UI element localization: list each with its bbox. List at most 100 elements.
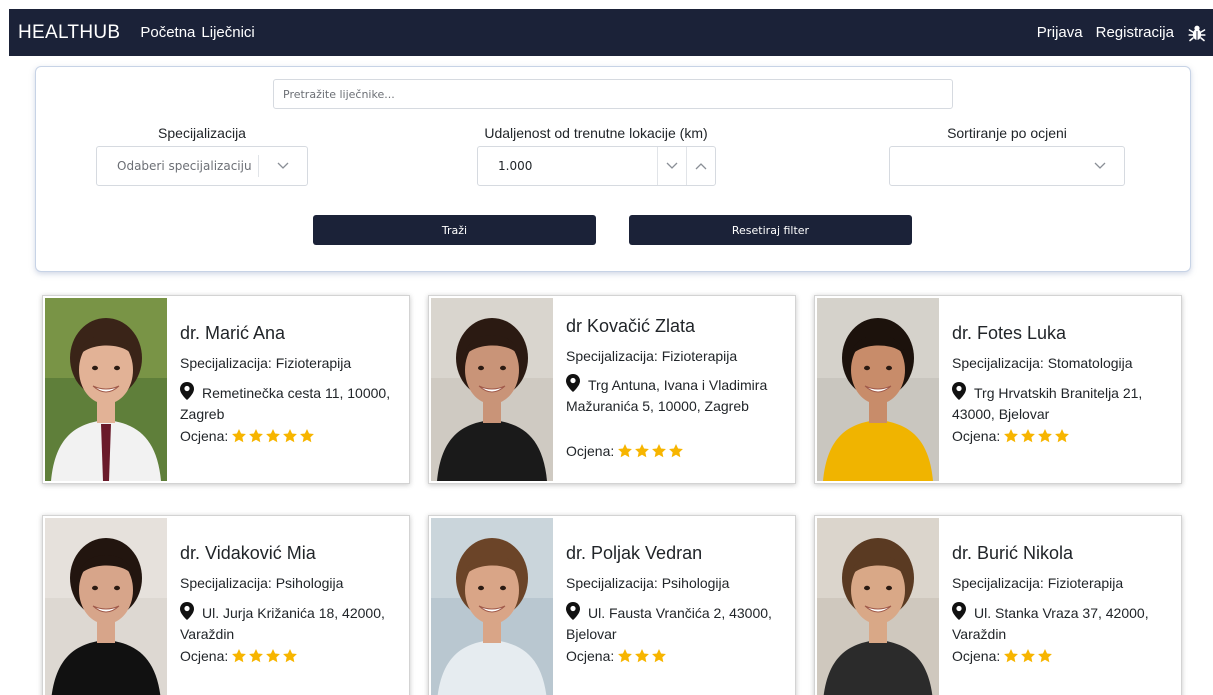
rating-label: Ocjena: [180, 428, 229, 444]
map-pin-icon [566, 374, 580, 392]
doctor-photo [817, 518, 939, 695]
doctor-name[interactable]: dr. Burić Nikola [952, 543, 1073, 564]
rating-stars [231, 428, 316, 450]
distance-label: Udaljenost od trenutne lokacije (km) [484, 125, 708, 141]
doctor-rating: Ocjena: [566, 646, 668, 670]
doctor-card[interactable]: dr. Poljak Vedran Specijalizacija: Psihol… [428, 515, 796, 695]
chevron-down-icon [1076, 162, 1124, 170]
rating-stars [617, 648, 668, 670]
doctor-name[interactable]: dr. Poljak Vedran [566, 543, 702, 564]
map-pin-icon [566, 602, 580, 620]
star-icon [1055, 429, 1070, 443]
star-icon [283, 649, 298, 663]
doctor-photo [45, 518, 167, 695]
doctor-specialization: Specijalizacija: Stomatologija [952, 355, 1133, 371]
doctor-specialization: Specijalizacija: Psihologija [180, 575, 344, 591]
star-icon [1038, 429, 1053, 443]
doctor-card[interactable]: dr. Burić Nikola Specijalizacija: Fiziote… [814, 515, 1182, 695]
star-icon [652, 649, 667, 663]
nav-right: Prijava Registracija [1037, 23, 1213, 43]
sort-label: Sortiranje po ocjeni [947, 125, 1067, 141]
brand-logo[interactable]: HEALTHUB [18, 22, 120, 44]
doctor-photo [431, 518, 553, 695]
doctor-name[interactable]: dr Kovačić Zlata [566, 316, 695, 337]
filter-panel: Specijalizacija Odaberi specijalizaciju … [35, 66, 1191, 272]
doctor-specialization: Specijalizacija: Psihologija [566, 575, 730, 591]
doctor-rating: Ocjena: [566, 441, 685, 465]
star-icon [283, 429, 298, 443]
nav-link-pocetna[interactable]: Početna [140, 24, 195, 41]
rating-label: Ocjena: [180, 648, 229, 664]
map-pin-icon [180, 602, 194, 620]
search-button[interactable]: Traži [313, 215, 596, 245]
doctor-address-text: Ul. Fausta Vrančića 2, 43000, Bjelovar [566, 605, 772, 642]
doctor-rating: Ocjena: [180, 646, 299, 670]
star-icon [635, 649, 650, 663]
nav-link-lijecnici[interactable]: Liječnici [201, 24, 254, 41]
doctor-name[interactable]: dr. Marić Ana [180, 323, 285, 344]
rating-stars [617, 443, 685, 465]
reset-filter-button[interactable]: Resetiraj filter [629, 215, 912, 245]
doctor-specialization: Specijalizacija: Fizioterapija [952, 575, 1124, 591]
doctor-name[interactable]: dr. Fotes Luka [952, 323, 1066, 344]
star-icon [1021, 429, 1036, 443]
map-pin-icon [180, 382, 194, 400]
increment-chevron-up-icon[interactable] [686, 147, 715, 185]
nav-link-prijava[interactable]: Prijava [1037, 24, 1083, 41]
doctor-address-text: Trg Antuna, Ivana i Vladimira Mažuranića… [566, 377, 768, 414]
rating-stars [231, 648, 299, 670]
star-icon [618, 444, 633, 458]
doctor-rating: Ocjena: [952, 646, 1054, 670]
star-icon [249, 429, 264, 443]
rating-label: Ocjena: [566, 648, 615, 664]
doctor-address: Trg Antuna, Ivana i Vladimira Mažuranića… [566, 374, 786, 417]
specialization-label: Specijalizacija [158, 125, 246, 141]
doctor-specialization: Specijalizacija: Fizioterapija [180, 355, 352, 371]
navbar: HEALTHUB Početna Liječnici Prijava Regis… [9, 9, 1213, 56]
rating-label: Ocjena: [952, 648, 1001, 664]
decrement-chevron-down-icon[interactable] [657, 147, 686, 185]
star-icon [618, 649, 633, 663]
doctor-card[interactable]: dr. Vidaković Mia Specijalizacija: Psihol… [42, 515, 410, 695]
star-icon [1004, 649, 1019, 663]
search-input[interactable] [273, 79, 953, 109]
star-icon [249, 649, 264, 663]
doctor-photo [45, 298, 167, 481]
rating-stars [1003, 648, 1054, 670]
doctor-card[interactable]: dr. Marić Ana Specijalizacija: Fizioterap… [42, 295, 410, 484]
doctor-address: Ul. Stanka Vraza 37, 42000, Varaždin [952, 602, 1172, 645]
doctor-address-text: Ul. Stanka Vraza 37, 42000, Varaždin [952, 605, 1149, 642]
distance-value: 1.000 [498, 159, 533, 173]
map-pin-icon [952, 602, 966, 620]
doctor-address-text: Ul. Jurja Križanića 18, 42000, Varaždin [180, 605, 385, 642]
doctor-card[interactable]: dr. Fotes Luka Specijalizacija: Stomatolo… [814, 295, 1182, 484]
doctor-address: Remetinečka cesta 11, 10000, Zagreb [180, 382, 400, 425]
star-icon [266, 649, 281, 663]
doctor-specialization: Specijalizacija: Fizioterapija [566, 348, 738, 364]
nav-link-registracija[interactable]: Registracija [1096, 24, 1174, 41]
bug-icon[interactable] [1187, 23, 1207, 43]
specialization-select-value: Odaberi specijalizaciju [117, 159, 252, 173]
doctor-rating: Ocjena: [952, 426, 1071, 450]
star-icon [652, 444, 667, 458]
star-icon [300, 429, 315, 443]
star-icon [232, 649, 247, 663]
rating-stars [1003, 428, 1071, 450]
doctor-card[interactable]: dr Kovačić Zlata Specijalizacija: Fiziote… [428, 295, 796, 484]
doctor-photo [817, 298, 939, 481]
doctor-photo [431, 298, 553, 481]
star-icon [1038, 649, 1053, 663]
doctor-name[interactable]: dr. Vidaković Mia [180, 543, 316, 564]
map-pin-icon [952, 382, 966, 400]
star-icon [1004, 429, 1019, 443]
star-icon [232, 429, 247, 443]
doctor-address: Trg Hrvatskih Branitelja 21, 43000, Bjel… [952, 382, 1172, 425]
doctor-address: Ul. Fausta Vrančića 2, 43000, Bjelovar [566, 602, 786, 645]
doctor-address-text: Remetinečka cesta 11, 10000, Zagreb [180, 385, 391, 422]
doctor-rating: Ocjena: [180, 426, 316, 450]
sort-select[interactable] [889, 146, 1125, 186]
distance-stepper[interactable]: 1.000 [477, 146, 716, 186]
specialization-select[interactable]: Odaberi specijalizaciju [96, 146, 308, 186]
star-icon [635, 444, 650, 458]
doctor-address: Ul. Jurja Križanića 18, 42000, Varaždin [180, 602, 400, 645]
